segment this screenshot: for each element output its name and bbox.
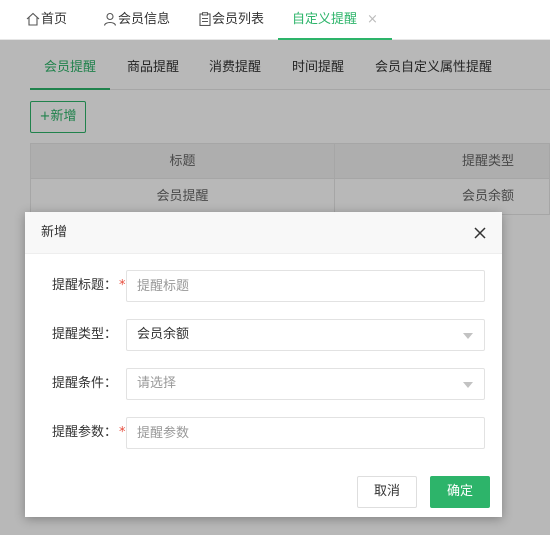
form-row-title: 提醒标题： *: [25, 270, 502, 302]
dialog-header: 新增: [25, 212, 502, 254]
home-icon: [26, 12, 40, 26]
close-icon[interactable]: [470, 223, 490, 243]
required-mark: *: [119, 278, 126, 293]
tab-label: 首页: [41, 12, 68, 27]
confirm-button[interactable]: 确定: [430, 476, 490, 508]
field-label: 提醒参数： *: [52, 425, 126, 440]
form-row-param: 提醒参数： *: [25, 417, 502, 449]
required-mark: *: [119, 425, 126, 440]
reminder-param-input[interactable]: [126, 417, 485, 449]
reminder-type-select[interactable]: 会员余额: [126, 319, 485, 351]
tab-member-info[interactable]: 会员信息: [103, 0, 170, 40]
reminder-condition-select[interactable]: 请选择: [126, 368, 485, 400]
chevron-down-icon: [463, 382, 473, 388]
field-label: 提醒类型：: [52, 327, 118, 342]
form-row-condition: 提醒条件： 请选择: [25, 368, 502, 400]
tab-custom-reminder[interactable]: 自定义提醒 ×: [278, 0, 392, 40]
clipboard-icon: [199, 12, 211, 27]
tab-label: 会员信息: [118, 12, 171, 27]
cancel-button[interactable]: 取消: [357, 476, 417, 508]
form-row-type: 提醒类型： 会员余额: [25, 319, 502, 351]
select-value: 会员余额: [137, 327, 190, 342]
field-label: 提醒条件：: [52, 376, 118, 391]
tab-home[interactable]: 首页: [26, 0, 67, 40]
field-label: 提醒标题： *: [52, 278, 126, 293]
reminder-title-input[interactable]: [126, 270, 485, 302]
select-placeholder: 请选择: [137, 376, 177, 391]
tab-label: 会员列表: [212, 12, 265, 27]
tab-label: 自定义提醒: [292, 12, 358, 27]
top-tab-bar: 首页 会员信息 会员列表 自定义提醒 ×: [0, 0, 550, 40]
chevron-down-icon: [463, 333, 473, 339]
tab-member-list[interactable]: 会员列表: [199, 0, 264, 40]
dialog-title: 新增: [41, 225, 68, 240]
user-icon: [103, 12, 117, 26]
add-reminder-dialog: 新增 提醒标题：* 提醒类型： 会员余额 提醒条件： 请选择 提醒参数：* 取消…: [25, 212, 502, 517]
close-tab-icon[interactable]: ×: [367, 12, 378, 27]
